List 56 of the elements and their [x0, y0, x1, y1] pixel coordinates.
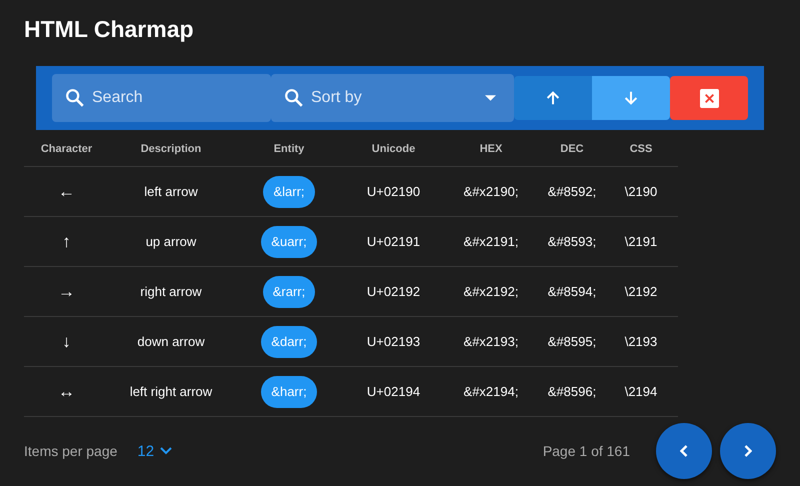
table-cell: &#8595; — [548, 334, 596, 349]
table-cell: \2190 — [624, 184, 658, 199]
column-header: Description — [140, 143, 202, 155]
table-cell: U+02194 — [366, 384, 420, 399]
table-cell: &#8594; — [548, 284, 596, 299]
entity-chip[interactable]: &harr; — [261, 376, 317, 408]
table-cell: down arrow — [137, 334, 205, 349]
table-cell: &#x2193; — [464, 334, 518, 349]
search-field[interactable]: Search — [52, 74, 271, 122]
table-cell: U+02191 — [366, 234, 420, 249]
table-cell: \2193 — [624, 334, 658, 349]
table-cell: \2192 — [624, 284, 658, 299]
table-cell: &#8592; — [548, 184, 596, 199]
entity-chip[interactable]: &darr; — [261, 326, 317, 358]
chevron-left-icon — [680, 445, 688, 457]
caret-icon — [485, 95, 496, 101]
column-header: CSS — [628, 143, 654, 155]
table-cell: &#8593; — [548, 234, 596, 249]
chevron-down-icon — [160, 447, 172, 455]
clear-button[interactable] — [670, 76, 748, 120]
table-cell: left arrow — [144, 184, 198, 199]
close-icon — [700, 88, 718, 108]
table-cell: &#x2192; — [464, 284, 518, 299]
sort-dropdown[interactable]: Sort by — [271, 74, 514, 122]
column-header: Character — [40, 143, 94, 155]
table-cell: right arrow — [140, 284, 202, 299]
column-header: Entity — [272, 143, 306, 155]
character-cell: ↓ — [62, 332, 71, 350]
table-cell: U+02193 — [366, 334, 420, 349]
column-header: Unicode — [370, 143, 416, 155]
character-cell: ← — [58, 182, 75, 200]
table-cell: &#x2190; — [464, 184, 518, 199]
table-cell: left right arrow — [130, 384, 212, 399]
table-cell: &#x2194; — [464, 384, 518, 399]
items-per-page-select[interactable]: 12 — [137, 442, 172, 460]
table-cell: U+02190 — [366, 184, 420, 199]
table-cell: \2194 — [624, 384, 658, 399]
entity-chip[interactable]: &larr; — [263, 176, 315, 208]
items-per-page-label: Items per page — [24, 443, 118, 459]
arrow-down-icon — [622, 89, 640, 107]
table-cell: &#x2191; — [464, 234, 518, 249]
entity-chip[interactable]: &uarr; — [261, 226, 317, 258]
chevron-right-icon — [744, 445, 752, 457]
character-cell: → — [58, 282, 75, 300]
column-header: HEX — [478, 143, 504, 155]
column-header: DEC — [559, 143, 585, 155]
arrow-up-icon — [544, 89, 562, 107]
entity-chip[interactable]: &rarr; — [262, 276, 316, 308]
page-info: Page 1 of 161 — [542, 443, 630, 459]
character-cell: ↔ — [58, 382, 75, 400]
table-cell: \2191 — [624, 234, 658, 249]
character-cell: ↑ — [62, 232, 71, 250]
table-cell: up arrow — [146, 234, 196, 249]
page-title: HTML Charmap — [24, 15, 195, 44]
table-cell: &#8596; — [548, 384, 596, 399]
table-cell: U+02192 — [366, 284, 420, 299]
